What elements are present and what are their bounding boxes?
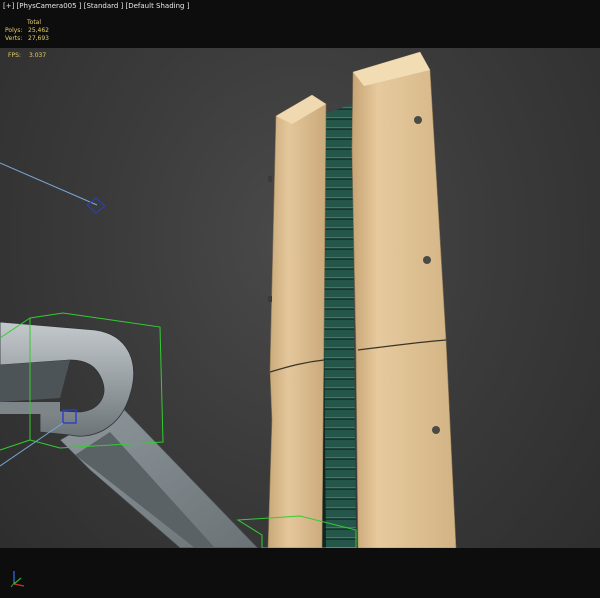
bolt [414,116,422,124]
bolt [423,256,431,264]
camera-line [0,162,98,206]
right-pillar[interactable] [351,51,457,549]
fps-label: FPS: [8,52,21,59]
bolt [432,426,440,434]
camera-target-box[interactable] [86,197,106,214]
bottom-letterbox [0,548,600,598]
polys-value: 25,462 [28,27,49,34]
fps-value: 3.037 [29,52,47,59]
bolt [268,176,272,182]
axis-tripod-icon [10,571,25,588]
pipe-inner [0,360,70,402]
left-pillar[interactable] [267,94,327,549]
pivot-line [0,422,64,467]
bolt [268,296,272,302]
stats-values: 25,462 27,693 [28,19,49,43]
scene-render [0,51,457,549]
3d-viewport[interactable]: [+] [PhysCamera005 ] [Standard ] [Defaul… [0,0,600,598]
verts-value: 27,693 [28,35,49,42]
viewport-label-menu[interactable]: [+] [PhysCamera005 ] [Standard ] [Defaul… [3,2,189,10]
